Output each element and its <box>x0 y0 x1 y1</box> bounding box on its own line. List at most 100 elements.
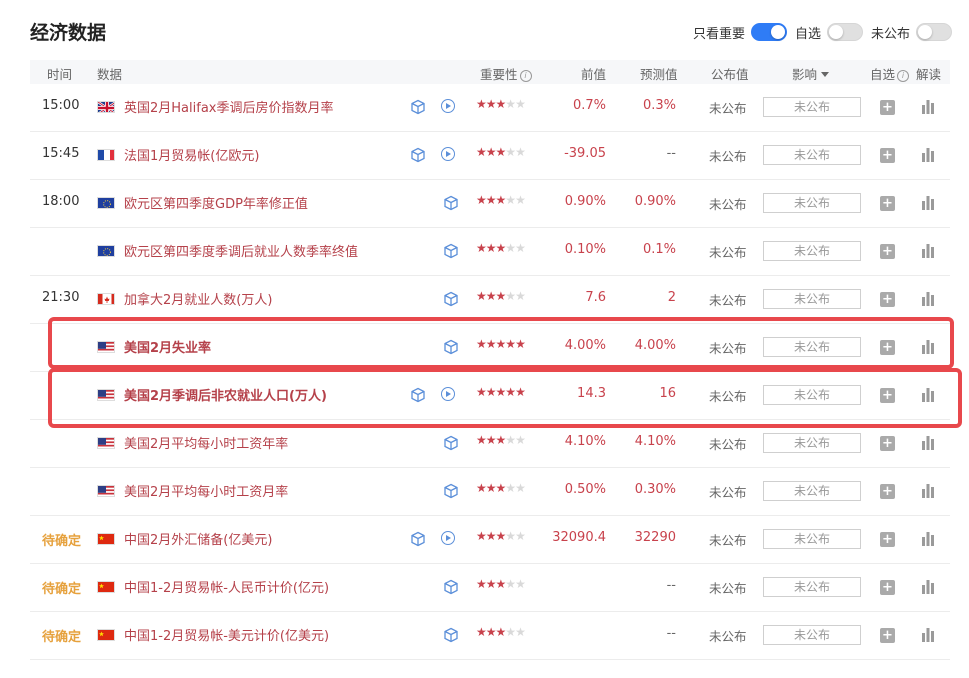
highlight-unemployment <box>48 317 954 369</box>
filter-watchlist[interactable]: 自选 <box>795 22 864 42</box>
cube-icon[interactable] <box>443 627 459 643</box>
table-row[interactable]: 欧元区第四季度季调后就业人数季率终值 ★★★★★ 0.10% 0.1% 未公布 未公布 + <box>30 228 950 276</box>
plus-icon[interactable]: + <box>880 580 895 595</box>
bar-chart-icon[interactable] <box>921 195 935 210</box>
cube-icon[interactable] <box>443 291 459 307</box>
toggle-switch[interactable] <box>751 23 788 41</box>
importance-stars: ★★★★★ <box>476 529 526 543</box>
toggle-switch[interactable] <box>916 23 953 41</box>
plus-icon[interactable]: + <box>880 532 895 547</box>
event-name-link[interactable]: 中国2月外汇储备(亿美元) <box>124 529 272 548</box>
event-name-link[interactable]: 中国1-2月贸易帐-人民币计价(亿元) <box>124 577 329 596</box>
bar-chart-icon[interactable] <box>921 435 935 450</box>
forecast-value: 0.3% <box>642 98 676 113</box>
event-name-link[interactable]: 欧元区第四季度季调后就业人数季率终值 <box>124 241 358 260</box>
bar-chart-icon[interactable] <box>921 627 935 642</box>
importance-stars: ★★★★★ <box>476 625 526 639</box>
flag-eu-icon <box>97 245 115 257</box>
cube-icon[interactable] <box>443 435 459 451</box>
published-value: 未公布 <box>709 197 747 212</box>
plus-icon[interactable]: + <box>880 292 895 307</box>
filter-label: 自选 <box>795 26 822 42</box>
table-row[interactable]: 15:45 法国1月贸易帐(亿欧元) ★★★★★ -39.05 -- 未公布 未公布 + <box>30 132 950 180</box>
col-impact-sort[interactable]: 影响 <box>792 64 830 83</box>
previous-value: 4.10% <box>564 434 606 449</box>
table-row[interactable]: 美国2月平均每小时工资月率 ★★★★★ 0.50% 0.30% 未公布 未公布 + <box>30 468 950 516</box>
play-icon[interactable] <box>441 147 455 161</box>
plus-icon[interactable]: + <box>880 484 895 499</box>
importance-stars: ★★★★★ <box>476 97 526 111</box>
info-icon[interactable]: i <box>519 70 532 82</box>
forecast-value: 32290 <box>634 530 676 545</box>
filter-unpublished[interactable]: 未公布 <box>871 22 953 42</box>
table-header: 时间 数据 重要性 i 前值 预测值 公布值 影响 自选 i 解读 <box>30 60 950 84</box>
forecast-value: -- <box>666 578 676 593</box>
importance-stars: ★★★★★ <box>476 193 526 207</box>
flag-eu-icon <box>97 197 115 209</box>
toggle-switch[interactable] <box>827 23 864 41</box>
event-name-link[interactable]: 加拿大2月就业人数(万人) <box>124 289 272 308</box>
published-value: 未公布 <box>709 629 747 644</box>
table-row[interactable]: 待确定 中国2月外汇储备(亿美元) ★★★★★ 32090.4 32290 未公布 未公布 + <box>30 516 950 564</box>
plus-icon[interactable]: + <box>880 436 895 451</box>
filter-important-only[interactable]: 只看重要 <box>693 22 788 42</box>
forecast-value: 4.10% <box>634 434 676 449</box>
event-name-link[interactable]: 法国1月贸易帐(亿欧元) <box>124 145 259 164</box>
event-name-link[interactable]: 美国2月平均每小时工资月率 <box>124 481 288 500</box>
event-time: 15:45 <box>42 146 80 161</box>
info-icon[interactable]: i <box>897 70 910 82</box>
event-time: 21:30 <box>42 290 80 305</box>
published-value: 未公布 <box>709 101 747 116</box>
cube-icon[interactable] <box>443 483 459 499</box>
importance-stars: ★★★★★ <box>476 289 526 303</box>
previous-value: 0.50% <box>564 482 606 497</box>
forecast-value: -- <box>666 146 676 161</box>
event-name-link[interactable]: 英国2月Halifax季调后房价指数月率 <box>124 97 333 116</box>
table-row[interactable]: 15:00 英国2月Halifax季调后房价指数月率 ★★★★★ 0.7% 0.3% 未公… <box>30 84 950 132</box>
cube-icon[interactable] <box>443 579 459 595</box>
table-row[interactable]: 待确定 中国1-2月贸易帐-美元计价(亿美元) ★★★★★ -- 未公布 未公布 + <box>30 612 950 660</box>
bar-chart-icon[interactable] <box>921 291 935 306</box>
col-watch: 自选 i <box>870 64 910 83</box>
play-icon[interactable] <box>441 99 455 113</box>
plus-icon[interactable]: + <box>880 628 895 643</box>
flag-cn-icon <box>97 629 115 641</box>
impact-box: 未公布 <box>763 625 861 645</box>
event-name-link[interactable]: 中国1-2月贸易帐-美元计价(亿美元) <box>124 625 329 644</box>
cube-icon[interactable] <box>410 99 426 115</box>
cube-icon[interactable] <box>410 531 426 547</box>
flag-uk-icon <box>97 101 115 113</box>
bar-chart-icon[interactable] <box>921 243 935 258</box>
bar-chart-icon[interactable] <box>921 531 935 546</box>
event-time: 待确定 <box>42 582 82 597</box>
col-actual: 公布值 <box>711 67 749 82</box>
plus-icon[interactable]: + <box>880 244 895 259</box>
bar-chart-icon[interactable] <box>921 99 935 114</box>
plus-icon[interactable]: + <box>880 196 895 211</box>
plus-icon[interactable]: + <box>880 148 895 163</box>
event-name-link[interactable]: 美国2月平均每小时工资年率 <box>124 433 288 452</box>
cube-icon[interactable] <box>443 195 459 211</box>
cube-icon[interactable] <box>410 147 426 163</box>
event-name-link[interactable]: 欧元区第四季度GDP年率修正值 <box>124 193 308 212</box>
flag-us-icon <box>97 437 115 449</box>
importance-stars: ★★★★★ <box>476 241 526 255</box>
event-time: 18:00 <box>42 194 80 209</box>
forecast-value: 0.90% <box>634 194 676 209</box>
bar-chart-icon[interactable] <box>921 147 935 162</box>
plus-icon[interactable]: + <box>880 100 895 115</box>
impact-box: 未公布 <box>763 241 861 261</box>
table-row[interactable]: 待确定 中国1-2月贸易帐-人民币计价(亿元) ★★★★★ -- 未公布 未公布 + <box>30 564 950 612</box>
col-previous: 前值 <box>581 67 607 82</box>
previous-value: 0.90% <box>564 194 606 209</box>
bar-chart-icon[interactable] <box>921 579 935 594</box>
bar-chart-icon[interactable] <box>921 483 935 498</box>
event-time: 待确定 <box>42 534 82 549</box>
cube-icon[interactable] <box>443 243 459 259</box>
impact-box: 未公布 <box>763 145 861 165</box>
col-data: 数据 <box>97 67 123 82</box>
play-icon[interactable] <box>441 531 455 545</box>
table-row[interactable]: 18:00 欧元区第四季度GDP年率修正值 ★★★★★ 0.90% 0.90% 未公布 未公… <box>30 180 950 228</box>
forecast-value: -- <box>666 626 676 641</box>
forecast-value: 2 <box>667 290 676 305</box>
